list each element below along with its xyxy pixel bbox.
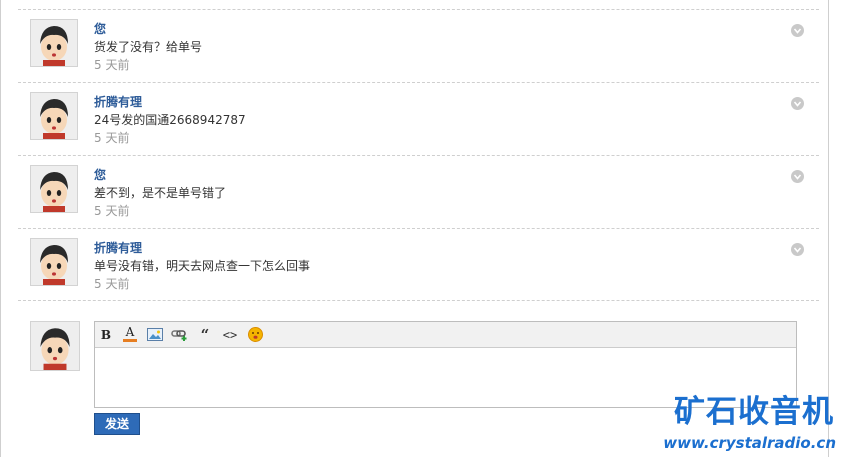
- divider: [18, 300, 819, 301]
- code-icon[interactable]: <>: [221, 326, 239, 343]
- compose-avatar: [30, 321, 80, 371]
- left-border: [0, 0, 1, 457]
- message-text: 货发了没有？给单号: [94, 40, 203, 54]
- message-item: 您 货发了没有？给单号 5 天前: [18, 10, 819, 82]
- chevron-down-icon[interactable]: [791, 243, 804, 256]
- chevron-down-icon[interactable]: [791, 97, 804, 110]
- avatar[interactable]: [30, 92, 78, 140]
- watermark-url: www.crystalradio.cn: [663, 434, 836, 452]
- font-color-icon[interactable]: A: [121, 326, 139, 343]
- editor-toolbar: B A “ <>: [95, 322, 796, 348]
- bold-icon[interactable]: B: [97, 326, 115, 343]
- watermark-title: 矿石收音机: [674, 394, 834, 430]
- quote-icon[interactable]: “: [196, 326, 214, 343]
- message-time: 5 天前: [94, 204, 130, 218]
- message-author[interactable]: 您: [94, 168, 106, 182]
- link-icon[interactable]: [171, 326, 189, 343]
- message-time: 5 天前: [94, 131, 130, 145]
- message-time: 5 天前: [94, 58, 130, 72]
- message-item: 折腾有理 单号没有错，明天去网点查一下怎么回事 5 天前: [18, 229, 819, 301]
- avatar-image: [31, 322, 79, 370]
- message-time: 5 天前: [94, 277, 130, 291]
- message-author[interactable]: 折腾有理: [94, 95, 142, 109]
- avatar-image: [31, 93, 77, 139]
- message-text: 24号发的国通2668942787: [94, 113, 246, 127]
- chevron-down-icon[interactable]: [791, 24, 804, 37]
- message-item: 您 差不到，是不是单号错了 5 天前: [18, 156, 819, 228]
- emoji-icon[interactable]: [246, 326, 264, 343]
- watermark: 矿石收音机 www.crystalradio.cn: [663, 394, 840, 456]
- right-border: [828, 0, 829, 457]
- chevron-down-icon[interactable]: [791, 170, 804, 183]
- message-text: 差不到，是不是单号错了: [94, 186, 227, 200]
- avatar[interactable]: [30, 19, 78, 67]
- avatar-image: [31, 239, 77, 285]
- message-text: 单号没有错，明天去网点查一下怎么回事: [94, 259, 311, 273]
- avatar-image: [31, 20, 77, 66]
- message-author[interactable]: 折腾有理: [94, 241, 142, 255]
- avatar-image: [31, 166, 77, 212]
- message-author[interactable]: 您: [94, 22, 106, 36]
- send-button[interactable]: 发送: [94, 413, 140, 435]
- image-icon[interactable]: [146, 326, 164, 343]
- avatar[interactable]: [30, 238, 78, 286]
- message-item: 折腾有理 24号发的国通2668942787 5 天前: [18, 83, 819, 155]
- avatar[interactable]: [30, 165, 78, 213]
